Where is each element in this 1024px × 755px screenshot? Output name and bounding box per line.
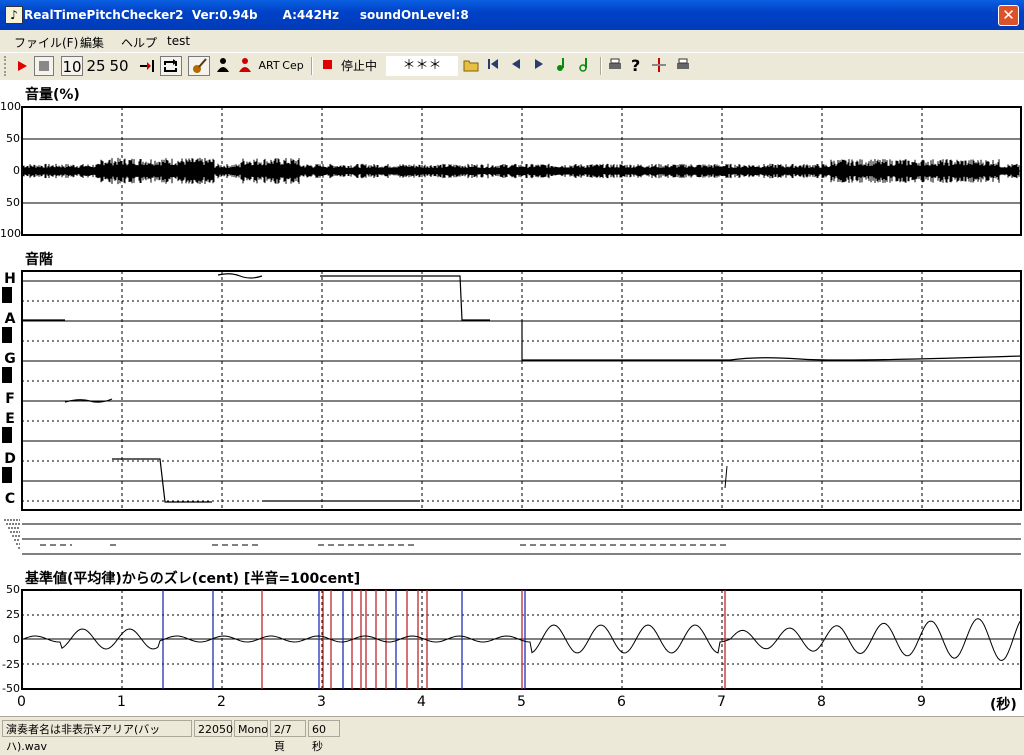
arrow-to-bar-icon <box>140 60 154 72</box>
stop-button[interactable] <box>34 56 54 76</box>
cep-button[interactable]: Cep <box>282 56 304 76</box>
person-red-icon <box>239 58 251 72</box>
violin-icon <box>193 58 207 73</box>
status-label: 停止中 <box>340 59 377 73</box>
loop-icon <box>164 59 177 72</box>
status-length: 60秒 <box>308 720 340 753</box>
help-button[interactable]: ? <box>627 56 645 76</box>
title-bar: ♪ RealTimePitchChecker2 Ver:0.94b A:442H… <box>0 0 1024 30</box>
singer-female-button[interactable] <box>235 56 255 76</box>
menu-help[interactable]: ヘルプ <box>121 34 157 51</box>
art-button[interactable]: ART <box>258 56 280 76</box>
folder-icon <box>463 60 479 72</box>
status-channel: Mono <box>234 720 268 737</box>
app-icon: ♪ <box>5 6 23 24</box>
printer-icon <box>677 58 689 69</box>
marker-button[interactable] <box>649 56 669 76</box>
zoom-25-button[interactable]: 25 <box>85 56 107 76</box>
note-display: ＊＊＊ <box>386 56 458 76</box>
person-icon <box>217 58 229 72</box>
status-rate: 22050 <box>194 720 233 737</box>
note-button[interactable] <box>576 56 594 76</box>
music-note-outline-icon <box>579 58 587 72</box>
print-button[interactable] <box>605 56 625 76</box>
menu-edit[interactable]: 編集 <box>80 34 104 51</box>
chart-area: 音量(%) 音階 基準値(平均律)からのズレ(cent) [半音=100cent… <box>0 80 1024 716</box>
violin-button[interactable] <box>188 56 210 76</box>
toolbar: 10 25 50 ART Cep 停止中 ＊＊＊ ? <box>0 52 1024 82</box>
singer-male-button[interactable] <box>213 56 233 76</box>
play-icon <box>18 61 27 71</box>
black-key-mark <box>2 367 12 383</box>
zoom-10-button[interactable]: 10 <box>61 56 83 76</box>
close-button[interactable]: ✕ <box>998 5 1019 26</box>
next-icon <box>535 59 543 69</box>
record-indicator <box>318 56 336 76</box>
stop-icon <box>39 61 49 71</box>
print-setup-button[interactable] <box>673 56 693 76</box>
black-key-mark <box>2 327 12 343</box>
note-green-button[interactable] <box>553 56 571 76</box>
menu-test[interactable]: test <box>167 34 190 48</box>
black-key-mark <box>2 427 12 443</box>
printer-icon <box>609 58 621 69</box>
prev-icon <box>512 59 520 69</box>
open-folder-button[interactable] <box>461 56 481 76</box>
jump-end-button[interactable] <box>137 56 157 76</box>
play-button[interactable] <box>12 56 32 76</box>
menu-bar: ファイル(F) 編集 ヘルプ test <box>0 30 1024 52</box>
stop-red-icon <box>323 60 332 69</box>
pitch-frame <box>21 270 1022 511</box>
plots-canvas <box>2 106 1022 690</box>
svg-text:?: ? <box>631 56 640 74</box>
black-key-mark <box>2 467 12 483</box>
black-key-mark <box>2 287 12 303</box>
skip-start-icon <box>488 59 498 69</box>
status-bar: 演奏者名は非表示¥アリア(バッハ).wav 22050 Mono 2/7頁 60… <box>0 716 1024 753</box>
menu-file[interactable]: ファイル(F) <box>14 34 78 51</box>
window-title: RealTimePitchChecker2 Ver:0.94b A:442Hz … <box>24 8 469 22</box>
first-button[interactable] <box>484 56 502 76</box>
status-page: 2/7頁 <box>270 720 306 753</box>
marker-lane-ruler <box>4 519 20 549</box>
next-button[interactable] <box>530 56 548 76</box>
zoom-50-button[interactable]: 50 <box>108 56 130 76</box>
status-file: 演奏者名は非表示¥アリア(バッハ).wav <box>2 720 192 753</box>
marker-icon <box>652 58 666 72</box>
loop-button[interactable] <box>160 56 182 76</box>
help-icon: ? <box>631 56 640 75</box>
toolbar-grip <box>4 56 10 76</box>
music-note-icon <box>557 58 564 71</box>
prev-button[interactable] <box>507 56 525 76</box>
